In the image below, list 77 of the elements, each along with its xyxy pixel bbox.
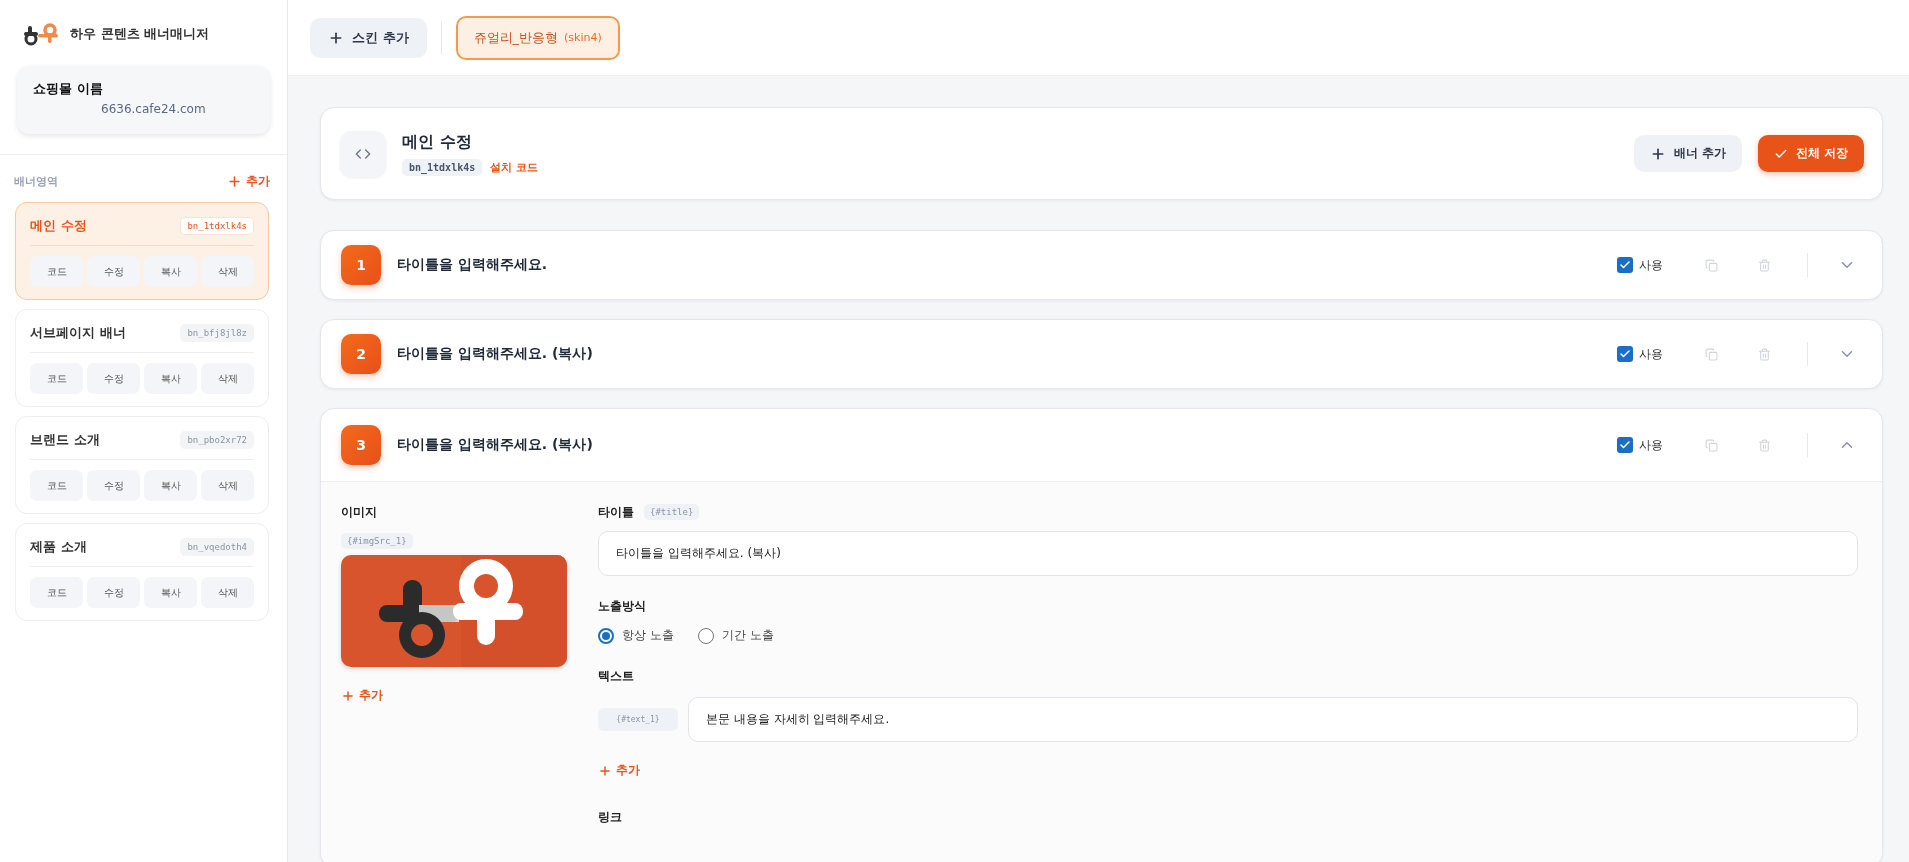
area-name: 메인 수정 (30, 217, 87, 235)
shop-name: 쇼핑몰 이름 (33, 80, 104, 98)
area-action-button[interactable]: 코드 (30, 363, 83, 394)
area-action-button[interactable]: 복사 (144, 470, 197, 501)
banner-number: 1 (341, 245, 381, 285)
area-code: bn_vqedoth4 (180, 538, 254, 556)
check-icon (1619, 439, 1631, 451)
add-image-button[interactable]: 추가 (341, 687, 567, 704)
banner-number: 2 (341, 334, 381, 374)
area-code: bn_1tdxlk4s (402, 158, 483, 176)
area-title: 메인 수정 (402, 131, 473, 153)
radio-button[interactable] (697, 627, 714, 644)
area-action-button[interactable]: 삭제 (201, 363, 254, 394)
area-action-button[interactable]: 삭제 (201, 470, 254, 501)
area-action-button[interactable]: 코드 (30, 256, 83, 287)
area-action-button[interactable]: 수정 (87, 363, 140, 394)
use-label: 사용 (1639, 256, 1663, 274)
title-input[interactable]: 타이틀을 입력해주세요. (복사) (598, 531, 1858, 576)
check-icon (1619, 348, 1631, 360)
area-code: bn_bfj8jl8z (180, 324, 254, 342)
area-action-button[interactable]: 수정 (87, 256, 140, 287)
add-text-button[interactable]: 추가 (598, 762, 1858, 779)
checkbox[interactable] (1617, 257, 1633, 273)
radio-option[interactable]: 항상 노출 (598, 627, 674, 644)
placeholder-token: {#title} (644, 504, 700, 520)
banner-area-card[interactable]: 서브페이지 배너 bn_bfj8jl8z 코드 수정 복사 삭제 (15, 309, 269, 407)
code-icon (340, 130, 386, 177)
add-banner-button[interactable]: 배너 추가 (1633, 135, 1742, 172)
area-name: 서브페이지 배너 (30, 324, 126, 342)
banner-area-card[interactable]: 메인 수정 bn_1tdxlk4s 코드 수정 복사 삭제 (15, 202, 269, 300)
area-action-button[interactable]: 삭제 (201, 256, 254, 287)
area-action-button[interactable]: 복사 (144, 577, 197, 608)
radio-button[interactable] (598, 627, 614, 644)
field-label: 텍스트 (598, 668, 635, 685)
banner-area-card[interactable]: 제품 소개 bn_vqedoth4 코드 수정 복사 삭제 (15, 523, 269, 621)
checkbox[interactable] (1617, 437, 1633, 453)
area-action-button[interactable]: 삭제 (201, 577, 254, 608)
app-title: 하우 콘텐츠 배너매니저 (70, 25, 210, 43)
banner-title: 타이틀을 입력해주세요. (397, 256, 549, 274)
area-action-button[interactable]: 코드 (30, 577, 83, 608)
shop-domain: 6636.cafe24.com (100, 102, 207, 116)
placeholder-token: {#text_1} (598, 708, 678, 731)
area-code: bn_1tdxlk4s (180, 217, 254, 235)
add-skin-button[interactable]: 스킨 추가 (310, 17, 427, 58)
area-action-button[interactable]: 코드 (30, 470, 83, 501)
skin-id: (skin4) (564, 31, 602, 44)
placeholder-token: {#imgSrc_1} (341, 533, 413, 549)
install-code-link[interactable]: 설치 코드 (490, 159, 539, 175)
area-action-button[interactable]: 수정 (87, 470, 140, 501)
plus-icon (598, 763, 612, 778)
field-label: 이미지 (341, 504, 378, 521)
section-heading: 배너영역 (14, 174, 58, 189)
field-label: 노출방식 (598, 598, 647, 615)
banner-area-card[interactable]: 브랜드 소개 bn_pbo2xr72 코드 수정 복사 삭제 (15, 416, 269, 514)
use-label: 사용 (1639, 436, 1663, 454)
banner-title: 타이틀을 입력해주세요. (복사) (397, 436, 594, 454)
text-input[interactable]: 본문 내용을 자세히 입력해주세요. (688, 697, 1858, 742)
save-all-button[interactable]: 전체 저장 (1757, 135, 1864, 172)
field-label: 링크 (598, 809, 623, 826)
radio-option[interactable]: 기간 노출 (697, 627, 774, 644)
area-action-button[interactable]: 수정 (87, 577, 140, 608)
checkbox[interactable] (1617, 346, 1633, 362)
banner-title: 타이틀을 입력해주세요. (복사) (397, 345, 594, 363)
plus-icon (227, 174, 242, 189)
area-action-button[interactable]: 복사 (144, 363, 197, 394)
area-name: 제품 소개 (30, 538, 87, 556)
banner-number: 3 (341, 425, 381, 465)
area-code: bn_pbo2xr72 (180, 431, 254, 449)
area-action-button[interactable]: 복사 (144, 256, 197, 287)
check-icon (1619, 259, 1631, 271)
use-label: 사용 (1639, 345, 1663, 363)
field-label: 타이틀 (598, 504, 634, 521)
add-area-button[interactable]: 추가 (227, 173, 270, 190)
area-name: 브랜드 소개 (30, 431, 100, 449)
plus-icon (341, 688, 355, 703)
skin-tab[interactable]: 쥬얼리_반응형 (skin4) (455, 15, 620, 60)
skin-name: 쥬얼리_반응형 (473, 28, 559, 47)
